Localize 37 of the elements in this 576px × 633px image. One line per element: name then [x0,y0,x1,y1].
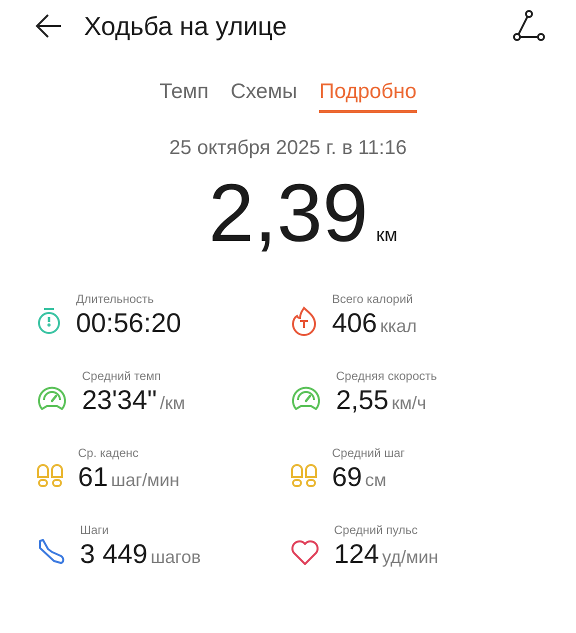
stat-unit: уд/мин [382,547,438,568]
tab[interactable]: Темп [159,80,209,113]
stat-value: 23'34" [82,385,157,416]
workout-date: 25 октября 2025 г. в 11:16 [168,137,408,160]
route-button[interactable] [512,9,546,43]
stat-value: 61 [78,462,108,493]
stat-label: Ср. каденс [78,446,140,460]
flame-icon [290,306,318,336]
stat-value: 00:56:20 [76,308,182,339]
stat-label: Всего калорий [332,292,414,306]
heart-icon [290,538,320,566]
stat-value: 406 [332,308,378,339]
distance-value: 2,39 [208,167,368,261]
distance-unit: км [376,225,398,247]
sneaker-icon [36,538,66,566]
stat-value: 69 [332,462,362,493]
tab[interactable]: Подробно [319,80,416,113]
speedometer-icon [36,384,68,412]
stat-value: 2,55 [336,385,389,416]
stat-unit: см [365,470,386,491]
stat-value: 124 [334,539,380,570]
stat-unit: шагов [150,547,201,568]
stat-label: Средний темп [82,369,162,383]
stat-label: Средняя скорость [336,369,437,383]
stat-unit: шаг/мин [111,470,180,491]
stat-value: 3 449 [80,539,148,570]
speedometer-icon [290,384,322,412]
stat-label: Средний пульс [334,523,419,537]
stat-unit: ккал [380,316,417,337]
stat-label: Длительность [76,292,155,306]
stat-label: Средний шаг [332,446,405,460]
page-title: Ходьба на улице [84,10,288,42]
stopwatch-icon [36,306,62,334]
tab[interactable]: Схемы [230,80,298,113]
stat-label: Шаги [80,523,110,537]
stat-unit: /км [160,393,186,414]
stat-unit: км/ч [392,393,426,414]
